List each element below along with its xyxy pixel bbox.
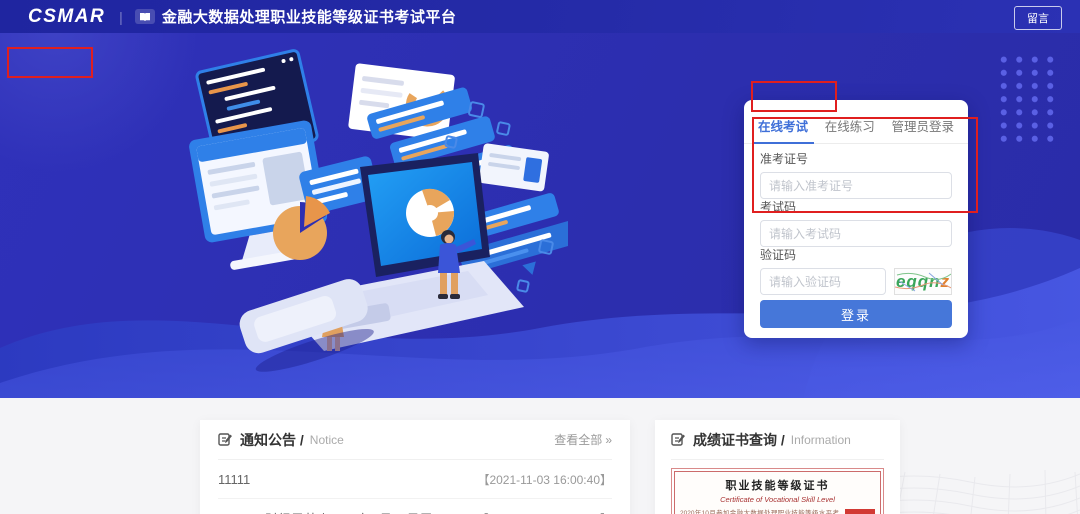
notice-row[interactable]: CSMAR财经早茶丨2021年9月22日周三 【2021-09-22 13:30…: [218, 499, 612, 514]
notice-title: 通知公告 /: [240, 430, 304, 450]
notice-row-title: 11111: [218, 472, 250, 487]
platform-badge-icon: [135, 9, 155, 24]
captcha-noise: [895, 269, 952, 295]
login-tabs: 在线考试 在线练习 管理员登录: [744, 100, 968, 144]
tab-online-practice[interactable]: 在线练习: [825, 116, 875, 143]
field-captcha: 验证码 eqqnz: [760, 246, 952, 295]
certificate-heading-en: Certificate of Vocational Skill Level: [680, 495, 875, 504]
dot-grid-decoration: [996, 53, 1058, 145]
hero-banner: 在线考试 在线练习 管理员登录 准考证号 考试码 验证码: [0, 33, 1080, 398]
captcha-label: 验证码: [760, 246, 952, 263]
exam-code-input[interactable]: [760, 220, 952, 247]
page: CSMAR | 金融大数据处理职业技能等级证书考试平台 留言: [0, 0, 1080, 514]
chevron-double-icon: »: [605, 433, 612, 447]
certificate-title: 成绩证书查询 /: [693, 430, 785, 450]
notice-card-header: 通知公告 / Notice 查看全部 »: [218, 420, 612, 460]
certificate-subtitle: Information: [791, 433, 851, 447]
captcha-input[interactable]: [760, 268, 886, 295]
exam-code-label: 考试码: [760, 198, 952, 215]
right-card-illustration: [478, 143, 549, 192]
login-card: 在线考试 在线练习 管理员登录 准考证号 考试码 验证码: [744, 100, 968, 338]
field-admission-number: 准考证号: [760, 150, 952, 199]
field-exam-code: 考试码: [760, 198, 952, 247]
notice-row-time: 【2021-09-22 13:30:51】: [477, 510, 612, 514]
certificate-preview[interactable]: 职业技能等级证书 Certificate of Vocational Skill…: [671, 468, 884, 514]
certificate-icon: [671, 432, 686, 447]
hero-illustration: [188, 45, 568, 395]
notice-row[interactable]: 11111 【2021-11-03 16:00:40】: [218, 460, 612, 499]
notice-row-time: 【2021-11-03 16:00:40】: [477, 471, 612, 488]
notice-subtitle: Notice: [310, 433, 344, 447]
login-button[interactable]: 登录: [760, 300, 952, 328]
notice-icon: [218, 432, 233, 447]
info-section: 通知公告 / Notice 查看全部 » 11111 【2021-11-03 1…: [0, 398, 1080, 514]
notice-card: 通知公告 / Notice 查看全部 » 11111 【2021-11-03 1…: [200, 420, 630, 514]
message-button[interactable]: 留言: [1014, 6, 1062, 30]
tab-online-exam[interactable]: 在线考试: [758, 116, 808, 143]
certificate-card-header: 成绩证书查询 / Information: [671, 420, 884, 460]
top-navbar: CSMAR | 金融大数据处理职业技能等级证书考试平台 留言: [0, 0, 1080, 33]
tab-admin-login[interactable]: 管理员登录: [891, 116, 954, 143]
csmar-logo: CSMAR: [28, 6, 105, 28]
view-all-link[interactable]: 查看全部 »: [554, 431, 612, 448]
logo-separator: |: [119, 9, 123, 25]
hero-blob-decoration: [0, 33, 200, 173]
platform-title: 金融大数据处理职业技能等级证书考试平台: [162, 6, 457, 27]
certificate-query-card: 成绩证书查询 / Information 职业技能等级证书 Certificat…: [655, 420, 900, 514]
certificate-body-text: 2020年10月参加金融大数据处理职业技能等级水平考核，成绩合格，特发金融大数据…: [680, 509, 839, 514]
notice-row-title: CSMAR财经早茶丨2021年9月22日周三: [218, 509, 446, 514]
admission-number-input[interactable]: [760, 172, 952, 199]
screen-donut-illustration: [406, 189, 454, 237]
captcha-image[interactable]: eqqnz: [894, 268, 952, 295]
certificate-photo: [845, 509, 875, 514]
certificate-heading: 职业技能等级证书: [680, 477, 875, 493]
admission-number-label: 准考证号: [760, 150, 952, 167]
